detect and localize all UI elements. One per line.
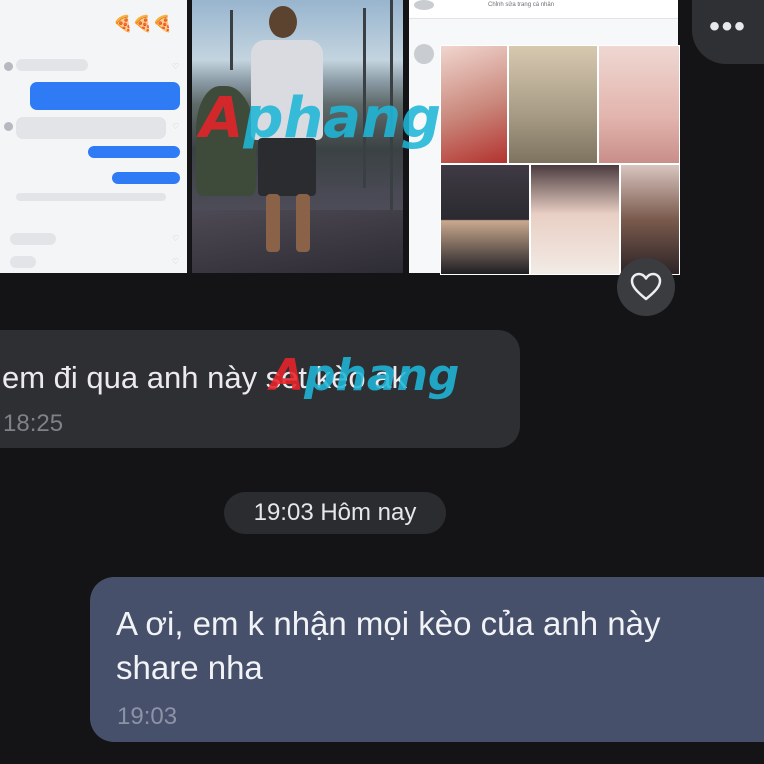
mini-bubble (112, 172, 180, 184)
mini-bubble (16, 117, 166, 139)
sent-message-text: A ơi, em k nhận mọi kèo của anh này shar… (116, 605, 661, 686)
mini-heart-icon: ♡ (172, 257, 180, 266)
more-dots-icon: ••• (709, 10, 747, 43)
grid-photo (598, 45, 680, 164)
emoji-row: 🍕🍕🍕 (113, 16, 173, 33)
mini-avatar (4, 62, 13, 71)
date-separator-text: 19:03 Hôm nay (253, 499, 417, 526)
date-separator: 19:03 Hôm nay (224, 492, 446, 534)
watermark-letter: A (200, 86, 244, 151)
profile-avatar (414, 0, 434, 10)
more-options-button[interactable]: ••• (692, 0, 764, 64)
mini-bubble (10, 256, 36, 268)
mini-bubble (16, 59, 88, 71)
watermark-letter: A (270, 350, 305, 401)
grid-photo (440, 45, 508, 164)
mini-heart-icon: ♡ (172, 122, 180, 131)
watermark-logo: Aphang (200, 86, 441, 151)
like-reaction-button[interactable] (617, 258, 675, 316)
mini-heart-icon: ♡ (172, 234, 180, 243)
mini-bubble (30, 82, 180, 110)
mini-bubble (16, 193, 166, 201)
received-message-time: 18:25 (3, 410, 64, 437)
sent-message-time: 19:03 (117, 703, 178, 730)
person-leg (296, 194, 310, 252)
mini-heart-icon: ♡ (172, 62, 180, 71)
heart-outline-icon (630, 272, 662, 301)
profile-header-text: Chỉnh sửa trang cá nhân (488, 2, 555, 8)
chat-thread: 🍕🍕🍕 ♡ ♡ ♡ ♡ Chỉnh sửa trang cá nhân Apha… (0, 0, 764, 764)
mini-bubble (88, 146, 180, 158)
lamp-post (230, 10, 233, 70)
profile-avatar (414, 44, 434, 64)
watermark-logo: Aphang (270, 350, 459, 401)
mini-avatar (4, 122, 13, 131)
watermark-word: phang (304, 350, 460, 401)
grid-photo (508, 45, 598, 164)
grid-photo (440, 164, 530, 275)
person-head (269, 6, 297, 38)
grid-photo (530, 164, 620, 275)
shared-image-chat-screenshot[interactable]: 🍕🍕🍕 ♡ ♡ ♡ ♡ (0, 0, 187, 273)
watermark-word: phang (243, 86, 442, 151)
person-leg (266, 194, 280, 252)
mini-bubble (10, 233, 56, 245)
